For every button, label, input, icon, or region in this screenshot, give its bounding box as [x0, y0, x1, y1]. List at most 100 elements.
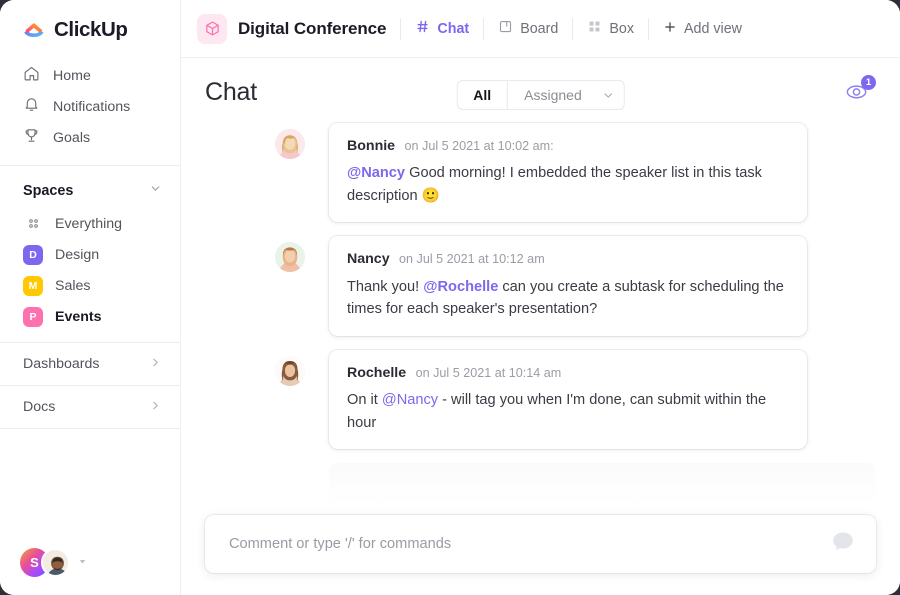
caret-down-icon[interactable] [77, 554, 88, 572]
chat-title: Chat [205, 78, 257, 107]
message-text: Good morning! I embedded the speaker lis… [347, 165, 762, 204]
comment-placeholder[interactable]: Comment or type '/' for commands [229, 536, 830, 552]
message-list: Bonnie on Jul 5 2021 at 10:02 am: @Nancy… [181, 107, 900, 509]
message-meta: Rochelle on Jul 5 2021 at 10:14 am [347, 363, 789, 382]
comment-input[interactable]: Comment or type '/' for commands [205, 515, 876, 573]
message-timestamp: on Jul 5 2021 at 10:02 am: [405, 139, 554, 153]
chat-header: Chat All Assigned 1 [181, 58, 900, 107]
message-bubble: Bonnie on Jul 5 2021 at 10:02 am: @Nancy… [329, 123, 807, 222]
sidebar-item-label: Dashboards [23, 356, 100, 372]
message-bubble: Nancy on Jul 5 2021 at 10:12 am Thank yo… [329, 236, 807, 335]
message-bubble: Rochelle on Jul 5 2021 at 10:14 am On it… [329, 350, 807, 449]
message-meta: Nancy on Jul 5 2021 at 10:12 am [347, 249, 789, 268]
message-timestamp: on Jul 5 2021 at 10:14 am [416, 366, 562, 380]
eye-icon [844, 89, 871, 106]
bell-icon [23, 96, 40, 117]
message-author: Bonnie [347, 138, 395, 154]
box-grid-icon [587, 19, 602, 38]
tab-label: Chat [437, 21, 469, 37]
chevron-right-icon [149, 399, 162, 416]
divider [0, 165, 180, 166]
chat-bubble-icon[interactable] [830, 529, 856, 560]
trophy-icon [23, 127, 40, 148]
sidebar-item-home[interactable]: Home [0, 60, 180, 91]
composer-area: Comment or type '/' for commands [181, 509, 900, 595]
page-title: Digital Conference [238, 19, 386, 39]
clickup-logo-icon [22, 18, 46, 42]
tab-box[interactable]: Box [587, 19, 634, 38]
sidebar-item-dashboards[interactable]: Dashboards [0, 345, 180, 383]
divider [0, 428, 180, 429]
separator [483, 18, 484, 40]
mention-nancy[interactable]: @Nancy [382, 392, 438, 408]
separator [400, 18, 401, 40]
plus-icon [663, 20, 677, 38]
space-badge-events: P [23, 307, 43, 327]
space-label: Sales [55, 278, 91, 294]
space-label: Design [55, 247, 99, 263]
space-badge-design: D [23, 245, 43, 265]
sidebar-item-sales[interactable]: M Sales [0, 270, 180, 301]
space-label: Everything [55, 216, 122, 232]
sidebar-item-docs[interactable]: Docs [0, 388, 180, 426]
sidebar-item-design[interactable]: D Design [0, 239, 180, 270]
sidebar-item-everything[interactable]: Everything [0, 208, 180, 239]
tab-chat[interactable]: Chat [415, 19, 469, 38]
sidebar-item-events[interactable]: P Events [0, 301, 180, 332]
brand[interactable]: ClickUp [0, 0, 180, 56]
message-placeholder [329, 463, 876, 505]
add-view-button[interactable]: Add view [663, 20, 742, 38]
sidebar-item-label: Home [53, 68, 91, 84]
message-item: Rochelle on Jul 5 2021 at 10:14 am On it… [205, 350, 876, 449]
message-body: On it @Nancy - will tag you when I'm don… [347, 389, 789, 434]
message-body: Thank you! @Rochelle can you create a su… [347, 276, 789, 321]
spaces-title: Spaces [23, 183, 73, 199]
divider [0, 342, 180, 343]
bonnie-avatar [275, 129, 305, 159]
message-author: Nancy [347, 251, 390, 267]
chevron-down-icon[interactable] [149, 182, 162, 200]
message-item: Nancy on Jul 5 2021 at 10:12 am Thank yo… [205, 236, 876, 335]
watchers-button[interactable]: 1 [844, 78, 874, 106]
avatar[interactable] [41, 548, 70, 577]
mention-rochelle[interactable]: @Rochelle [423, 279, 498, 295]
spaces-list: Everything D Design M Sales P Events [0, 208, 180, 332]
rochelle-avatar [275, 356, 305, 386]
sidebar-spacer [0, 431, 180, 548]
tab-board[interactable]: Board [498, 19, 558, 38]
space-label: Events [55, 309, 102, 325]
topbar: Digital Conference Chat Board [181, 0, 900, 58]
home-icon [23, 65, 40, 86]
sidebar-item-label: Docs [23, 399, 55, 415]
message-text: Thank you! [347, 279, 423, 295]
message-timestamp: on Jul 5 2021 at 10:12 am [399, 252, 545, 266]
sidebar: ClickUp Home Notifications [0, 0, 181, 595]
primary-nav: Home Notifications Goals [0, 56, 180, 163]
filter-assigned-button[interactable]: Assigned [508, 81, 598, 109]
message-author: Rochelle [347, 365, 406, 381]
chevron-down-icon [602, 89, 615, 102]
board-icon [498, 19, 513, 38]
chevron-right-icon [149, 356, 162, 373]
nancy-avatar [275, 242, 305, 272]
sidebar-item-goals[interactable]: Goals [0, 122, 180, 153]
filter-dropdown-button[interactable] [598, 81, 624, 109]
main-panel: Digital Conference Chat Board [181, 0, 900, 595]
sidebar-item-label: Goals [53, 130, 90, 146]
grid-dots-icon [23, 216, 43, 231]
message-text: On it [347, 392, 382, 408]
filter-all-button[interactable]: All [457, 81, 507, 109]
divider [0, 385, 180, 386]
message-item: Bonnie on Jul 5 2021 at 10:02 am: @Nancy… [205, 123, 876, 222]
sidebar-item-notifications[interactable]: Notifications [0, 91, 180, 122]
app-window: ClickUp Home Notifications [0, 0, 900, 595]
mention-nancy[interactable]: @Nancy [347, 165, 405, 181]
add-view-label: Add view [684, 21, 742, 37]
spaces-header[interactable]: Spaces [0, 168, 180, 208]
tab-label: Board [520, 21, 558, 37]
user-bar[interactable]: S [0, 548, 180, 595]
watchers-count-badge: 1 [861, 75, 876, 90]
separator [648, 18, 649, 40]
brand-name: ClickUp [54, 18, 128, 42]
message-meta: Bonnie on Jul 5 2021 at 10:02 am: [347, 136, 789, 155]
